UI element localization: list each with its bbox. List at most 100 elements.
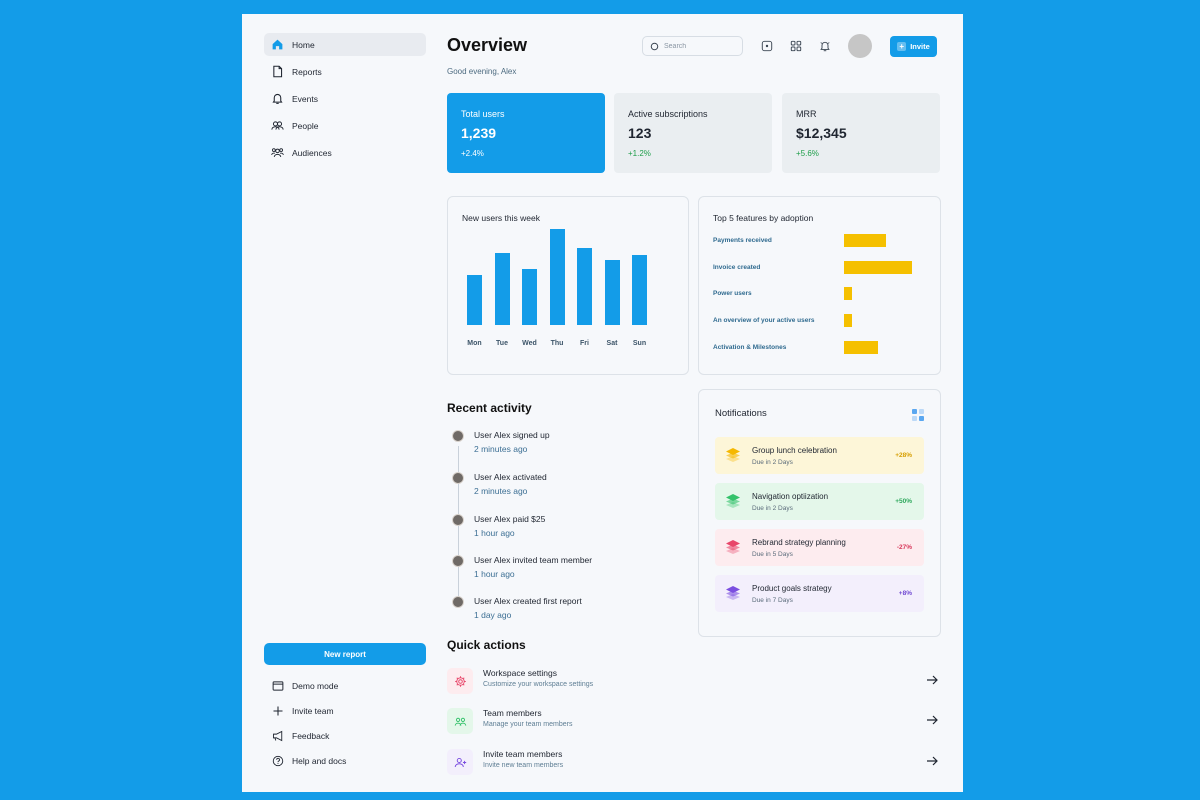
- user-avatar[interactable]: [848, 34, 872, 58]
- stat-value: 123: [628, 125, 652, 141]
- stat-card-total-users[interactable]: Total users 1,239 +2.4%: [447, 93, 605, 173]
- chart-bar[interactable]: [522, 268, 537, 325]
- notification-percent: -27%: [896, 544, 912, 551]
- stat-card-active-subscriptions[interactable]: Active subscriptions 123 +1.2%: [614, 93, 772, 173]
- stack-icon: [725, 493, 741, 509]
- window-icon: [272, 680, 284, 692]
- apps-grid-icon[interactable]: [789, 39, 802, 52]
- feature-bar[interactable]: [844, 260, 912, 274]
- notification-title: Rebrand strategy planning: [752, 538, 846, 547]
- search-box[interactable]: [642, 36, 743, 56]
- help-icon: [272, 755, 284, 767]
- notification-item[interactable]: Product goals strategy Due in 7 Days +8%: [715, 575, 924, 612]
- sidebar-item-home[interactable]: Home: [264, 33, 426, 56]
- sidebar-item-reports[interactable]: Reports: [264, 60, 426, 83]
- chart-x-label: Tue: [496, 340, 508, 347]
- record-icon[interactable]: [760, 39, 773, 52]
- help-docs-label: Help and docs: [292, 756, 347, 766]
- app-window: Home Reports Events People Audiences New…: [242, 14, 963, 792]
- feature-bar[interactable]: [844, 234, 886, 247]
- notification-title: Product goals strategy: [752, 584, 832, 593]
- activity-title: User Alex paid $25: [474, 514, 546, 524]
- feature-bar[interactable]: [844, 287, 852, 301]
- notification-item[interactable]: Rebrand strategy planning Due in 5 Days -2…: [715, 529, 924, 566]
- notification-due: Due in 5 Days: [752, 551, 793, 558]
- quick-action-title: Invite team members: [483, 749, 563, 759]
- activity-time: 1 day ago: [474, 610, 512, 620]
- page-title: Overview: [447, 35, 528, 55]
- feature-label: Payments received: [713, 237, 772, 244]
- chart-x-label: Wed: [522, 340, 537, 347]
- notification-item[interactable]: Navigation optiization Due in 2 Days +50%: [715, 483, 924, 520]
- chart-bar[interactable]: [632, 255, 647, 325]
- chart-title: New users this week: [462, 213, 540, 223]
- arrow-right-icon[interactable]: [925, 754, 939, 768]
- avatar: [452, 555, 464, 567]
- notification-percent: +28%: [895, 452, 912, 459]
- feedback-item[interactable]: Feedback: [264, 726, 426, 746]
- sidebar: Home Reports Events People Audiences New…: [264, 33, 427, 778]
- invite-button[interactable]: + Invite: [890, 36, 937, 57]
- features-chart-panel: Top 5 features by adoption Payments rece…: [698, 196, 941, 375]
- sidebar-item-audiences[interactable]: Audiences: [264, 141, 426, 164]
- sidebar-item-events[interactable]: Events: [264, 87, 426, 110]
- chart-bar[interactable]: [604, 260, 620, 325]
- search-input[interactable]: [664, 42, 739, 50]
- notification-bell-icon[interactable]: [818, 39, 831, 52]
- quick-actions-title: Quick actions: [447, 638, 526, 652]
- new-users-chart-panel: New users this week Mon Tue Wed Thu Fri Sat Su…: [447, 196, 689, 375]
- activity-title: User Alex signed up: [474, 430, 550, 440]
- quick-action-title: Team members: [483, 708, 542, 718]
- chart-bar[interactable]: [549, 228, 565, 325]
- notification-item[interactable]: Group lunch celebration Due in 2 Days +28%: [715, 437, 924, 474]
- invite-team-item[interactable]: Invite team: [264, 701, 426, 721]
- plus-icon: [272, 705, 284, 717]
- quick-action-desc: Invite new team members: [483, 762, 564, 769]
- team-icon: [447, 708, 473, 734]
- chart-x-label: Sat: [606, 340, 618, 347]
- activity-title: User Alex activated: [474, 472, 547, 482]
- chart-bar[interactable]: [577, 247, 592, 325]
- activity-time: 1 hour ago: [474, 569, 515, 579]
- quick-action-desc: Manage your team members: [483, 721, 573, 728]
- avatar: [452, 514, 464, 526]
- notification-due: Due in 7 Days: [752, 597, 793, 604]
- chart-x-label: Sun: [632, 340, 647, 347]
- people-icon: [271, 119, 284, 132]
- avatar: [452, 596, 464, 608]
- invite-team-label: Invite team: [292, 706, 334, 716]
- document-icon: [271, 65, 284, 78]
- new-report-button[interactable]: New report: [264, 643, 426, 665]
- chart-bar[interactable]: [494, 252, 510, 325]
- quick-action-title: Workspace settings: [483, 668, 558, 678]
- demo-mode-item[interactable]: Demo mode: [264, 676, 426, 696]
- avatar: [452, 472, 464, 484]
- quick-action-item[interactable]: Team members Manage your team members: [447, 706, 941, 736]
- stat-card-mrr[interactable]: MRR $12,345 +5.6%: [782, 93, 940, 173]
- arrow-right-icon[interactable]: [925, 713, 939, 727]
- stat-value: $12,345: [796, 125, 847, 141]
- invite-button-label: Invite: [910, 42, 930, 51]
- sidebar-item-label: Events: [292, 93, 318, 104]
- stat-label: MRR: [796, 109, 817, 119]
- quick-action-item[interactable]: Workspace settings Customize your workspa…: [447, 666, 941, 696]
- quick-action-item[interactable]: Invite team members Invite new team membe…: [447, 747, 941, 777]
- feature-label: An overview of your active users: [713, 317, 815, 325]
- quick-action-desc: Customize your workspace settings: [483, 681, 594, 688]
- search-icon: [650, 42, 659, 51]
- activity-time: 2 minutes ago: [474, 486, 528, 496]
- feature-bar[interactable]: [844, 314, 852, 328]
- sidebar-item-label: Audiences: [292, 147, 332, 158]
- notification-title: Navigation optiization: [752, 492, 829, 501]
- stat-change: +2.4%: [461, 149, 484, 158]
- chart-bar[interactable]: [467, 275, 482, 325]
- sidebar-item-people[interactable]: People: [264, 114, 426, 137]
- activity-time: 1 hour ago: [474, 528, 515, 538]
- help-docs-item[interactable]: Help and docs: [264, 751, 426, 771]
- notifications-grid-icon[interactable]: [912, 408, 924, 421]
- sidebar-item-label: People: [292, 120, 319, 131]
- feature-bar[interactable]: [844, 340, 878, 354]
- arrow-right-icon[interactable]: [925, 673, 939, 687]
- stack-icon: [725, 539, 741, 555]
- sidebar-item-label: Reports: [292, 66, 322, 77]
